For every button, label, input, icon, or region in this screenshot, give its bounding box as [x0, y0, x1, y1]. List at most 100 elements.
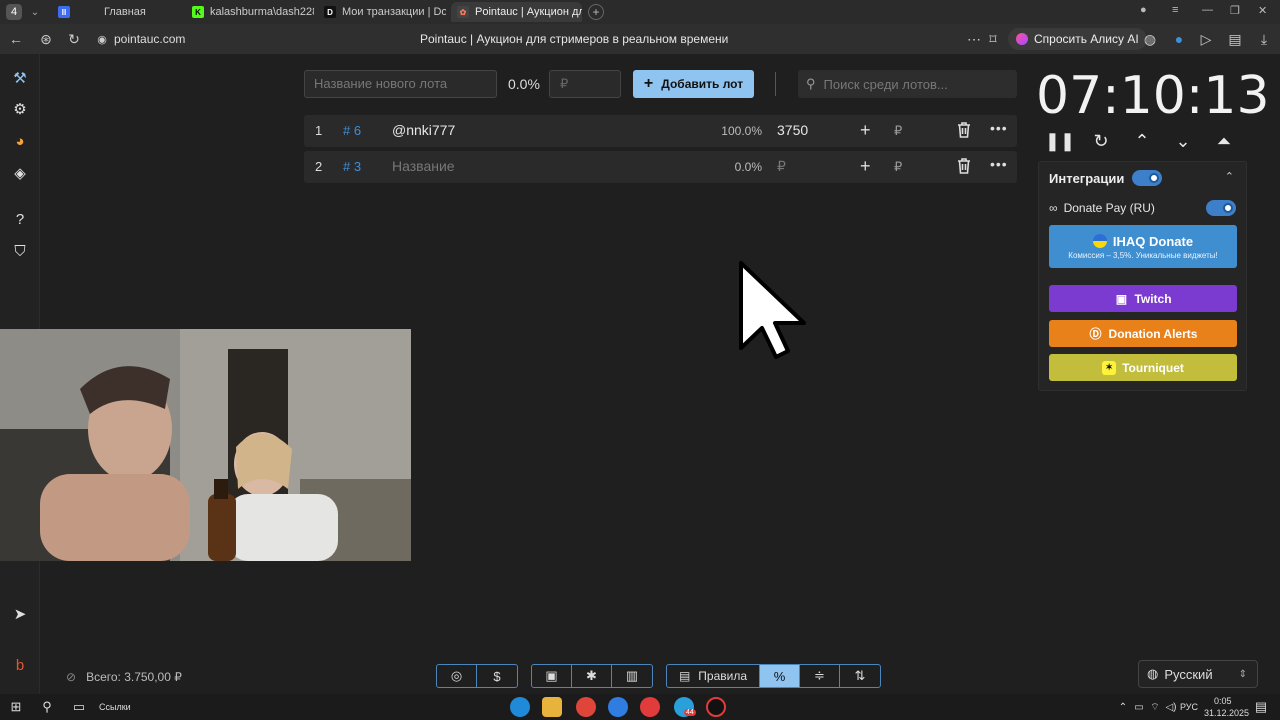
donate-dollar-icon[interactable]: $ [477, 665, 517, 687]
tabs-menu-icon[interactable]: ⌄ [28, 4, 42, 20]
edge-app-icon[interactable] [510, 697, 530, 717]
donation-alerts-icon: Ⓓ [1089, 327, 1102, 341]
back-icon[interactable]: ← [7, 30, 25, 48]
auction-timer: 07:10:13 [1036, 66, 1270, 126]
github-icon[interactable]: ◎ [437, 665, 477, 687]
clock-time[interactable]: 0:05 [1214, 696, 1232, 706]
double-up-icon[interactable]: ⏶ [1213, 130, 1235, 152]
profile-avatar-icon[interactable]: ● [1140, 4, 1147, 16]
compact-view-icon[interactable]: ≑ [800, 665, 840, 687]
telegram-icon[interactable]: ➤ [10, 604, 30, 624]
settings-gear-icon[interactable]: ⚙ [10, 99, 30, 119]
lot-more-icon[interactable]: ••• [990, 156, 1008, 172]
volume-icon[interactable]: ◁) [1162, 698, 1180, 716]
auction-gavel-icon[interactable]: ⚒ [10, 68, 30, 88]
ask-alice-button[interactable]: Спросить Алису AI [1008, 28, 1147, 50]
lot-percent: 100.0% [721, 124, 762, 138]
explorer-app-icon[interactable] [542, 697, 562, 717]
new-tab-button[interactable]: + [588, 4, 604, 20]
chevron-up-icon[interactable]: ⌃ [1225, 170, 1234, 183]
save-icon[interactable]: ▣ [532, 665, 572, 687]
delete-lot-icon[interactable] [956, 157, 972, 175]
language-select[interactable]: ◍ Русский ⇕ [1138, 660, 1258, 688]
twitch-label: Twitch [1134, 291, 1172, 306]
collections-icon[interactable]: ▤ [1226, 30, 1244, 48]
minimize-icon[interactable]: — [1202, 4, 1213, 16]
tab-home[interactable]: II Главная [52, 2, 182, 22]
site-info-icon[interactable]: ◉ [93, 30, 111, 48]
search-placeholder: Поиск среди лотов... [823, 76, 948, 92]
delete-lot-icon[interactable] [956, 121, 972, 139]
tab-count-badge[interactable]: 4 [6, 4, 22, 20]
integrations-toggle[interactable] [1132, 170, 1162, 186]
start-icon[interactable]: ⊞ [7, 698, 25, 716]
browser-menu-icon[interactable]: ≡ [1172, 4, 1178, 16]
add-time-icon[interactable]: ⌃ [1131, 130, 1153, 152]
yandex-browser-app-icon[interactable] [640, 697, 660, 717]
pause-icon[interactable]: ❚❚ [1045, 130, 1075, 152]
clear-lots-icon[interactable]: ▥ [612, 665, 652, 687]
donation-alerts-button[interactable]: Ⓓ Donation Alerts [1049, 320, 1237, 347]
protect-icon[interactable]: ⊛ [37, 30, 55, 48]
new-lot-name-input[interactable]: Название нового лота [304, 70, 497, 98]
wheel-icon[interactable]: ◕ [10, 131, 30, 151]
subtract-time-icon[interactable]: ⌄ [1172, 130, 1194, 152]
twitch-button[interactable]: ▣ Twitch [1049, 285, 1237, 312]
lot-name[interactable]: @nnki777 [392, 122, 455, 138]
boosty-icon[interactable]: b [10, 655, 30, 675]
plus-icon: + [643, 75, 654, 92]
extension-icon[interactable]: ● [1170, 30, 1188, 48]
twitch-icon: ▣ [1115, 291, 1128, 306]
tourniquet-button[interactable]: ✶ Tourniquet [1049, 354, 1237, 381]
layers-icon[interactable]: ◈ [10, 163, 30, 183]
lot-search-input[interactable]: ⚲ Поиск среди лотов... [798, 70, 1017, 98]
translate-icon[interactable]: ◍ [1141, 30, 1159, 48]
bug-report-icon[interactable]: ✱ [572, 665, 612, 687]
media-icon[interactable]: ▷ [1197, 30, 1215, 48]
links-group: ◎ $ [436, 664, 518, 688]
donate-pay-toggle[interactable] [1206, 200, 1236, 216]
more-options-icon[interactable]: ⋯ [965, 30, 983, 48]
rules-button[interactable]: ▤ Правила [667, 665, 760, 687]
tab-pointauc[interactable]: ✿ Pointauc | Аукцион для ✕ [451, 2, 582, 22]
links-toolbar-label[interactable]: Ссылки [99, 702, 131, 712]
obs-app-icon[interactable] [706, 697, 726, 717]
lot-more-icon[interactable]: ••• [990, 120, 1008, 136]
ihaq-label: IHAQ Donate [1112, 233, 1194, 249]
add-amount-icon[interactable]: + [860, 120, 871, 141]
sort-icon[interactable]: ⇅ [840, 665, 880, 687]
total-label: Всего: 3.750,00 ₽ [86, 670, 182, 684]
donate-pay-row: ∞ Donate Pay (RU) [1049, 201, 1155, 215]
lot-amount[interactable]: 3750 [777, 122, 808, 138]
percent-toggle-icon[interactable]: % [760, 665, 800, 687]
maximize-icon[interactable]: ❐ [1230, 4, 1240, 17]
hide-total-icon[interactable]: ⊘ [66, 670, 76, 684]
view-options-group: ▤ Правила % ≑ ⇅ [666, 664, 881, 688]
window-close-icon[interactable]: ✕ [1258, 4, 1267, 17]
lot-extra-amount-input[interactable]: ₽ [894, 159, 902, 175]
help-icon[interactable]: ? [10, 209, 30, 229]
add-lot-button[interactable]: + Добавить лот [633, 70, 754, 98]
input-language[interactable]: РУС [1180, 702, 1198, 712]
ihaq-donate-button[interactable]: IHAQ Donate Комиссия – 3,5%. Уникальные … [1049, 225, 1237, 268]
total-summary: ⊘ Всего: 3.750,00 ₽ [66, 670, 182, 684]
lot-amount[interactable]: ₽ [777, 158, 786, 175]
task-view-icon[interactable]: ▭ [70, 698, 88, 716]
new-lot-amount-input[interactable]: ₽ [549, 70, 621, 98]
vpn-app-icon[interactable] [608, 697, 628, 717]
shield-icon[interactable]: ⛉ [10, 241, 30, 261]
reload-icon[interactable]: ↻ [65, 30, 83, 48]
add-amount-icon[interactable]: + [860, 156, 871, 177]
lot-extra-amount-input[interactable]: ₽ [894, 123, 902, 139]
reset-timer-icon[interactable]: ↻ [1090, 130, 1112, 152]
lot-name[interactable]: Название [392, 158, 455, 174]
clock-date[interactable]: 31.12.2025 [1204, 708, 1249, 718]
notifications-icon[interactable]: ▤ [1252, 698, 1270, 716]
bookmark-icon[interactable]: ⌑ [984, 30, 1002, 48]
taskbar-search-icon[interactable]: ⚲ [38, 698, 56, 716]
url-field[interactable]: pointauc.com [114, 32, 185, 46]
downloads-icon[interactable]: ⤓ [1255, 30, 1273, 48]
tab-donate-transactions[interactable]: D Мои транзакции | Donate [318, 2, 446, 22]
chrome-app-icon[interactable] [576, 697, 596, 717]
tab-kick[interactable]: K kalashburma\dash228 Stre [186, 2, 314, 22]
